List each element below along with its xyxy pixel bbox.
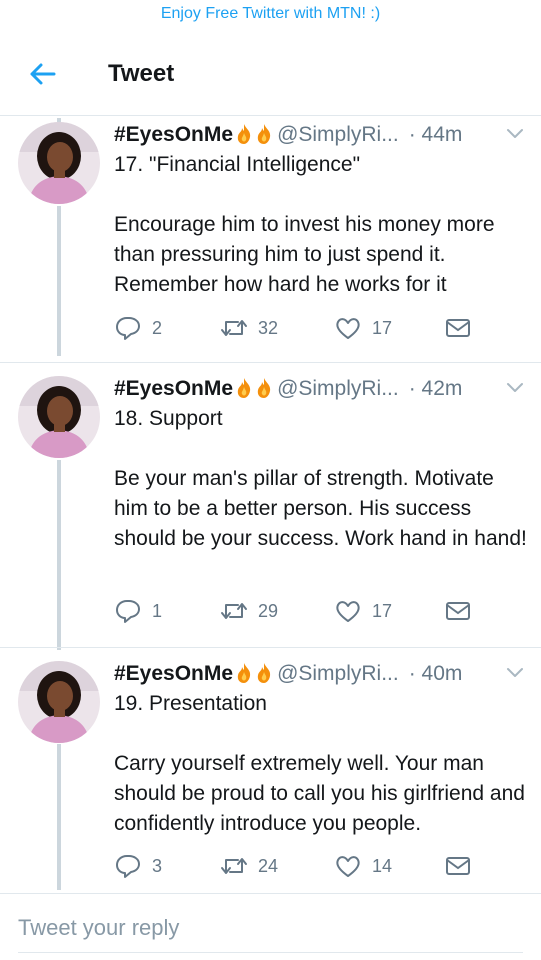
like-count: 17 bbox=[372, 317, 393, 338]
heart-icon bbox=[336, 601, 360, 622]
retweet-button[interactable]: 29 bbox=[220, 596, 278, 626]
reply-icon bbox=[116, 317, 140, 340]
timestamp[interactable]: · 42m bbox=[409, 377, 463, 400]
reply-count: 3 bbox=[152, 855, 163, 876]
chevron-down-icon[interactable] bbox=[505, 377, 525, 397]
avatar[interactable] bbox=[18, 376, 100, 458]
heart-icon bbox=[336, 318, 360, 339]
promo-banner: Enjoy Free Twitter with MTN! :) bbox=[0, 0, 541, 30]
retweet-count: 24 bbox=[258, 855, 279, 876]
envelope-icon bbox=[446, 602, 470, 620]
tweet-body: Carry yourself extremely well. Your man … bbox=[114, 752, 525, 835]
chevron-down-icon[interactable] bbox=[505, 123, 525, 143]
fire-icon bbox=[257, 378, 271, 398]
fire-icon bbox=[237, 663, 251, 683]
like-button[interactable]: 17 bbox=[334, 313, 392, 343]
reply-input[interactable] bbox=[18, 905, 523, 951]
tweet-body: Encourage him to invest his money more t… bbox=[114, 213, 495, 296]
envelope-icon bbox=[446, 319, 470, 337]
like-count: 14 bbox=[372, 855, 393, 876]
reply-count: 1 bbox=[152, 600, 163, 621]
tweet-actions: 1 29 17 bbox=[114, 596, 514, 626]
fire-icon bbox=[237, 378, 251, 398]
timestamp[interactable]: · 40m bbox=[409, 662, 463, 685]
tweet[interactable]: #EyesOnMe @SimplyRi... · 40m 19. Presentat… bbox=[0, 649, 541, 894]
tweet-header: #EyesOnMe @SimplyRi... · 42m bbox=[114, 374, 529, 404]
tweet-actions: 2 32 17 bbox=[114, 313, 514, 343]
tweet-headline: 17. "Financial Intelligence" bbox=[114, 153, 361, 176]
reply-icon bbox=[116, 600, 140, 623]
avatar[interactable] bbox=[18, 122, 100, 204]
retweet-count: 32 bbox=[258, 317, 279, 338]
chevron-down-icon[interactable] bbox=[505, 662, 525, 682]
reply-icon bbox=[116, 855, 140, 878]
heart-icon bbox=[336, 856, 360, 877]
top-app-bar: Tweet bbox=[0, 40, 541, 116]
tweet-body: Be your man's pillar of strength. Motiva… bbox=[114, 467, 527, 550]
user-handle[interactable]: @SimplyRi... bbox=[277, 123, 399, 146]
arrow-left-icon[interactable] bbox=[26, 58, 58, 90]
display-name[interactable]: #EyesOnMe bbox=[114, 377, 233, 400]
avatar[interactable] bbox=[18, 661, 100, 743]
retweet-icon bbox=[221, 320, 247, 336]
retweet-button[interactable]: 24 bbox=[220, 851, 278, 881]
timestamp[interactable]: · 44m bbox=[409, 123, 463, 146]
like-count: 17 bbox=[372, 600, 393, 621]
tweet[interactable]: #EyesOnMe @SimplyRi... · 42m 18. Support B… bbox=[0, 364, 541, 648]
envelope-icon bbox=[446, 857, 470, 875]
like-button[interactable]: 14 bbox=[334, 851, 392, 881]
direct-message-button[interactable] bbox=[444, 313, 472, 343]
fire-icon bbox=[257, 124, 271, 144]
fire-icon bbox=[257, 663, 271, 683]
direct-message-button[interactable] bbox=[444, 851, 472, 881]
retweet-count: 29 bbox=[258, 600, 279, 621]
retweet-button[interactable]: 32 bbox=[220, 313, 278, 343]
display-name[interactable]: #EyesOnMe bbox=[114, 123, 233, 146]
reply-button[interactable]: 2 bbox=[114, 313, 162, 343]
like-button[interactable]: 17 bbox=[334, 596, 392, 626]
tweet-headline: 19. Presentation bbox=[114, 692, 267, 715]
retweet-icon bbox=[221, 858, 247, 874]
user-handle[interactable]: @SimplyRi... bbox=[277, 377, 399, 400]
reply-button[interactable]: 1 bbox=[114, 596, 162, 626]
page-title: Tweet bbox=[108, 60, 175, 87]
reply-composer bbox=[18, 905, 523, 953]
user-handle[interactable]: @SimplyRi... bbox=[277, 662, 399, 685]
tweet-header: #EyesOnMe @SimplyRi... · 40m bbox=[114, 659, 529, 689]
tweet[interactable]: #EyesOnMe @SimplyRi... · 44m 17. "Financia… bbox=[0, 118, 541, 363]
promo-banner-text: Enjoy Free Twitter with MTN! :) bbox=[160, 5, 381, 22]
tweet-headline: 18. Support bbox=[114, 407, 223, 430]
tweet-header: #EyesOnMe @SimplyRi... · 44m bbox=[114, 120, 529, 150]
retweet-icon bbox=[221, 603, 247, 619]
display-name[interactable]: #EyesOnMe bbox=[114, 662, 233, 685]
tweet-actions: 3 24 14 bbox=[114, 851, 514, 881]
reply-button[interactable]: 3 bbox=[114, 851, 162, 881]
direct-message-button[interactable] bbox=[444, 596, 472, 626]
fire-icon bbox=[237, 124, 251, 144]
reply-count: 2 bbox=[152, 317, 163, 338]
